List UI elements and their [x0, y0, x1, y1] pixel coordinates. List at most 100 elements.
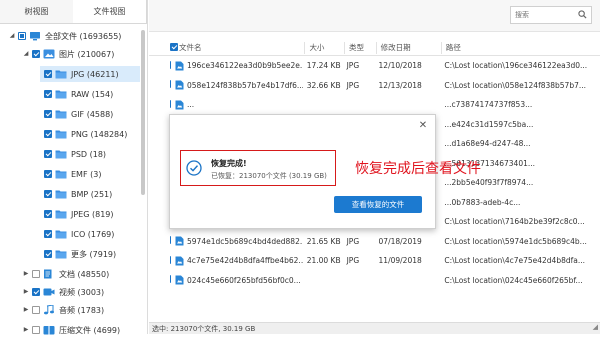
tree-item-checkbox[interactable]: [44, 150, 52, 158]
tree-item-checkbox[interactable]: [44, 70, 52, 78]
folder-icon: [55, 109, 71, 119]
table-row[interactable]: 4c7e75e42d4b8dfa4ffbe4b62... 21.00 KB JPG 1…: [149, 251, 600, 271]
expand-arrow-icon[interactable]: ▶: [22, 326, 30, 334]
file-type: JPG: [346, 61, 360, 71]
tree-item[interactable]: GIF (4588): [0, 106, 146, 122]
tree-item[interactable]: JPG (46211): [40, 66, 140, 82]
tree-item[interactable]: ◢ 全部文件 (1693655): [0, 28, 146, 44]
column-header-date[interactable]: 修改日期: [377, 41, 442, 54]
tree-item[interactable]: ▶ 音频 (1783): [0, 302, 146, 318]
table-row[interactable]: 196ce346122ea3d0b9b5ee2e... 17.24 KB JPG 12…: [149, 56, 600, 76]
tree-item-checkbox[interactable]: [44, 110, 52, 118]
folder-icon: [55, 69, 71, 79]
tab-file-view[interactable]: 文件视图: [73, 0, 147, 23]
row-checkbox[interactable]: [170, 275, 171, 284]
tree-item[interactable]: RAW (154): [0, 86, 146, 102]
folder-icon: [55, 169, 71, 179]
toolbar: [149, 0, 600, 32]
tree-item-checkbox[interactable]: [32, 288, 40, 296]
row-checkbox-cell: [149, 236, 171, 246]
file-type: JPG: [346, 236, 360, 246]
column-header-type[interactable]: 类型: [345, 41, 377, 54]
view-recovered-files-button[interactable]: 查看恢复的文件: [334, 196, 422, 213]
tree-item[interactable]: ▶ 文档 (48550): [0, 266, 146, 282]
tree-item-checkbox[interactable]: [32, 50, 40, 58]
tree-item[interactable]: PNG (148284): [0, 126, 146, 142]
resize-grip-icon[interactable]: ◢: [593, 321, 598, 333]
tree-item-checkbox[interactable]: [44, 190, 52, 198]
file-name-cell: 196ce346122ea3d0b9b5ee2e...: [171, 61, 303, 71]
row-checkbox[interactable]: [170, 236, 171, 245]
tree-item[interactable]: 更多 (7919): [0, 246, 146, 262]
tree-item-label: 音频 (1783): [59, 305, 105, 315]
image-folder-icon: [43, 49, 59, 59]
file-size: 32.66 KB: [306, 80, 341, 90]
folder-icon: [55, 209, 71, 219]
close-icon[interactable]: ✕: [417, 120, 429, 132]
file-name-cell: 4c7e75e42d4b8dfa4ffbe4b62...: [171, 256, 303, 266]
search-icon[interactable]: [578, 10, 587, 21]
tree-item[interactable]: EMF (3): [0, 166, 146, 182]
tree-item[interactable]: PSD (18): [0, 146, 146, 162]
select-all-checkbox[interactable]: [170, 42, 178, 51]
table-row[interactable]: 024c45e660f265bfd56bf0c0... C:\Lost locat…: [149, 271, 600, 291]
dialog-subtitle: 已恢复：213070个文件 (30.19 GB): [211, 172, 327, 180]
search-input[interactable]: [511, 7, 573, 23]
tree-item-checkbox[interactable]: [44, 230, 52, 238]
tree-item-label: GIF (4588): [71, 109, 114, 119]
tree-item-checkbox[interactable]: [32, 306, 40, 314]
image-file-icon: [175, 256, 187, 266]
row-checkbox-cell: [149, 60, 171, 71]
table-row[interactable]: ... ...c73874174737f853...: [149, 95, 600, 115]
tree-item[interactable]: BMP (251): [0, 186, 146, 202]
tree-item-checkbox[interactable]: [44, 210, 52, 218]
collapse-arrow-icon[interactable]: ◢: [22, 50, 30, 58]
file-name-cell: 5974e1dc5b689c4bd4ded882...: [171, 236, 303, 246]
row-checkbox[interactable]: [170, 99, 171, 108]
column-header-path[interactable]: 路径: [442, 42, 600, 54]
file-path: C:\Lost location\058e124f838b57b7...: [444, 80, 587, 90]
row-checkbox-cell: [149, 138, 171, 149]
tree-item[interactable]: ▶ 视频 (3003): [0, 284, 146, 300]
expand-arrow-icon[interactable]: ▶: [22, 288, 30, 296]
tree-item-checkbox[interactable]: [18, 32, 26, 40]
tree-item[interactable]: ICO (1769): [0, 226, 146, 242]
tree-item[interactable]: ◢ 图片 (210067): [0, 46, 146, 62]
tree-item[interactable]: ▶ 压缩文件 (4699): [0, 322, 146, 338]
document-folder-icon: [43, 269, 59, 279]
tree-item-label: RAW (154): [71, 89, 114, 99]
row-checkbox-cell: [149, 158, 171, 168]
tree-item-checkbox[interactable]: [44, 250, 52, 258]
row-checkbox[interactable]: [170, 255, 171, 264]
file-name-cell: ...: [171, 100, 303, 110]
folder-icon: [55, 189, 71, 199]
file-name-cell: 024c45e660f265bfd56bf0c0...: [171, 275, 303, 285]
collapse-arrow-icon[interactable]: ◢: [8, 32, 16, 40]
file-path: ...2bb5e40f93f7f8974...: [444, 178, 534, 188]
table-row[interactable]: 5974e1dc5b689c4bd4ded882... 21.65 KB JPG 07…: [149, 232, 600, 252]
select-all-cell: [149, 42, 178, 53]
expand-arrow-icon[interactable]: ▶: [22, 270, 30, 278]
tree-item-checkbox[interactable]: [32, 270, 40, 278]
sidebar-scrollbar[interactable]: [141, 30, 145, 195]
column-header-size[interactable]: 大小: [305, 41, 345, 54]
tree-item-checkbox[interactable]: [44, 170, 52, 178]
folder-icon: [55, 129, 71, 139]
table-row[interactable]: 058e124f838b57b7e4b17df6... 32.66 KB JPG 12…: [149, 76, 600, 96]
tree-item-checkbox[interactable]: [44, 90, 52, 98]
annotation-text: 恢复完成后查看文件: [355, 161, 481, 177]
tree-item-label: 文档 (48550): [59, 269, 110, 279]
search-box[interactable]: [510, 6, 592, 24]
tree-item-label: 图片 (210067): [59, 49, 115, 59]
file-path: C:\Lost location\7164b2be39f2c8c0...: [444, 217, 585, 227]
tree-item-label: ICO (1769): [71, 229, 115, 239]
file-path: C:\Lost location\024c45e660f265bf...: [444, 275, 583, 285]
tree-item-checkbox[interactable]: [44, 130, 52, 138]
column-header-name[interactable]: 文件名: [175, 41, 306, 54]
row-checkbox[interactable]: [170, 60, 171, 69]
row-checkbox[interactable]: [170, 80, 171, 89]
tree-item[interactable]: JPEG (819): [0, 206, 146, 222]
tree-item-checkbox[interactable]: [32, 326, 40, 334]
expand-arrow-icon[interactable]: ▶: [22, 306, 30, 314]
tab-tree-view[interactable]: 树视图: [0, 0, 73, 23]
